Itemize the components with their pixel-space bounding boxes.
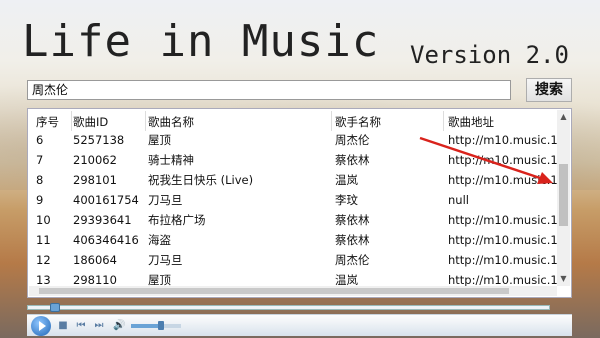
media-player: ■ ⏮ ⏭ 🔊: [27, 300, 572, 336]
play-icon[interactable]: [31, 316, 51, 336]
volume-slider-thumb[interactable]: [158, 321, 164, 330]
volume-level: [131, 324, 161, 328]
player-controls: ■ ⏮ ⏭ 🔊: [27, 314, 572, 336]
volume-track[interactable]: [161, 324, 181, 328]
stop-icon[interactable]: ■: [57, 320, 69, 332]
next-icon[interactable]: ⏭: [93, 320, 105, 332]
volume-icon[interactable]: 🔊: [113, 320, 125, 332]
seek-thumb[interactable]: [50, 303, 60, 312]
previous-icon[interactable]: ⏮: [75, 320, 87, 332]
seek-bar[interactable]: [27, 305, 550, 310]
annotation-arrow-icon: [419, 136, 553, 184]
